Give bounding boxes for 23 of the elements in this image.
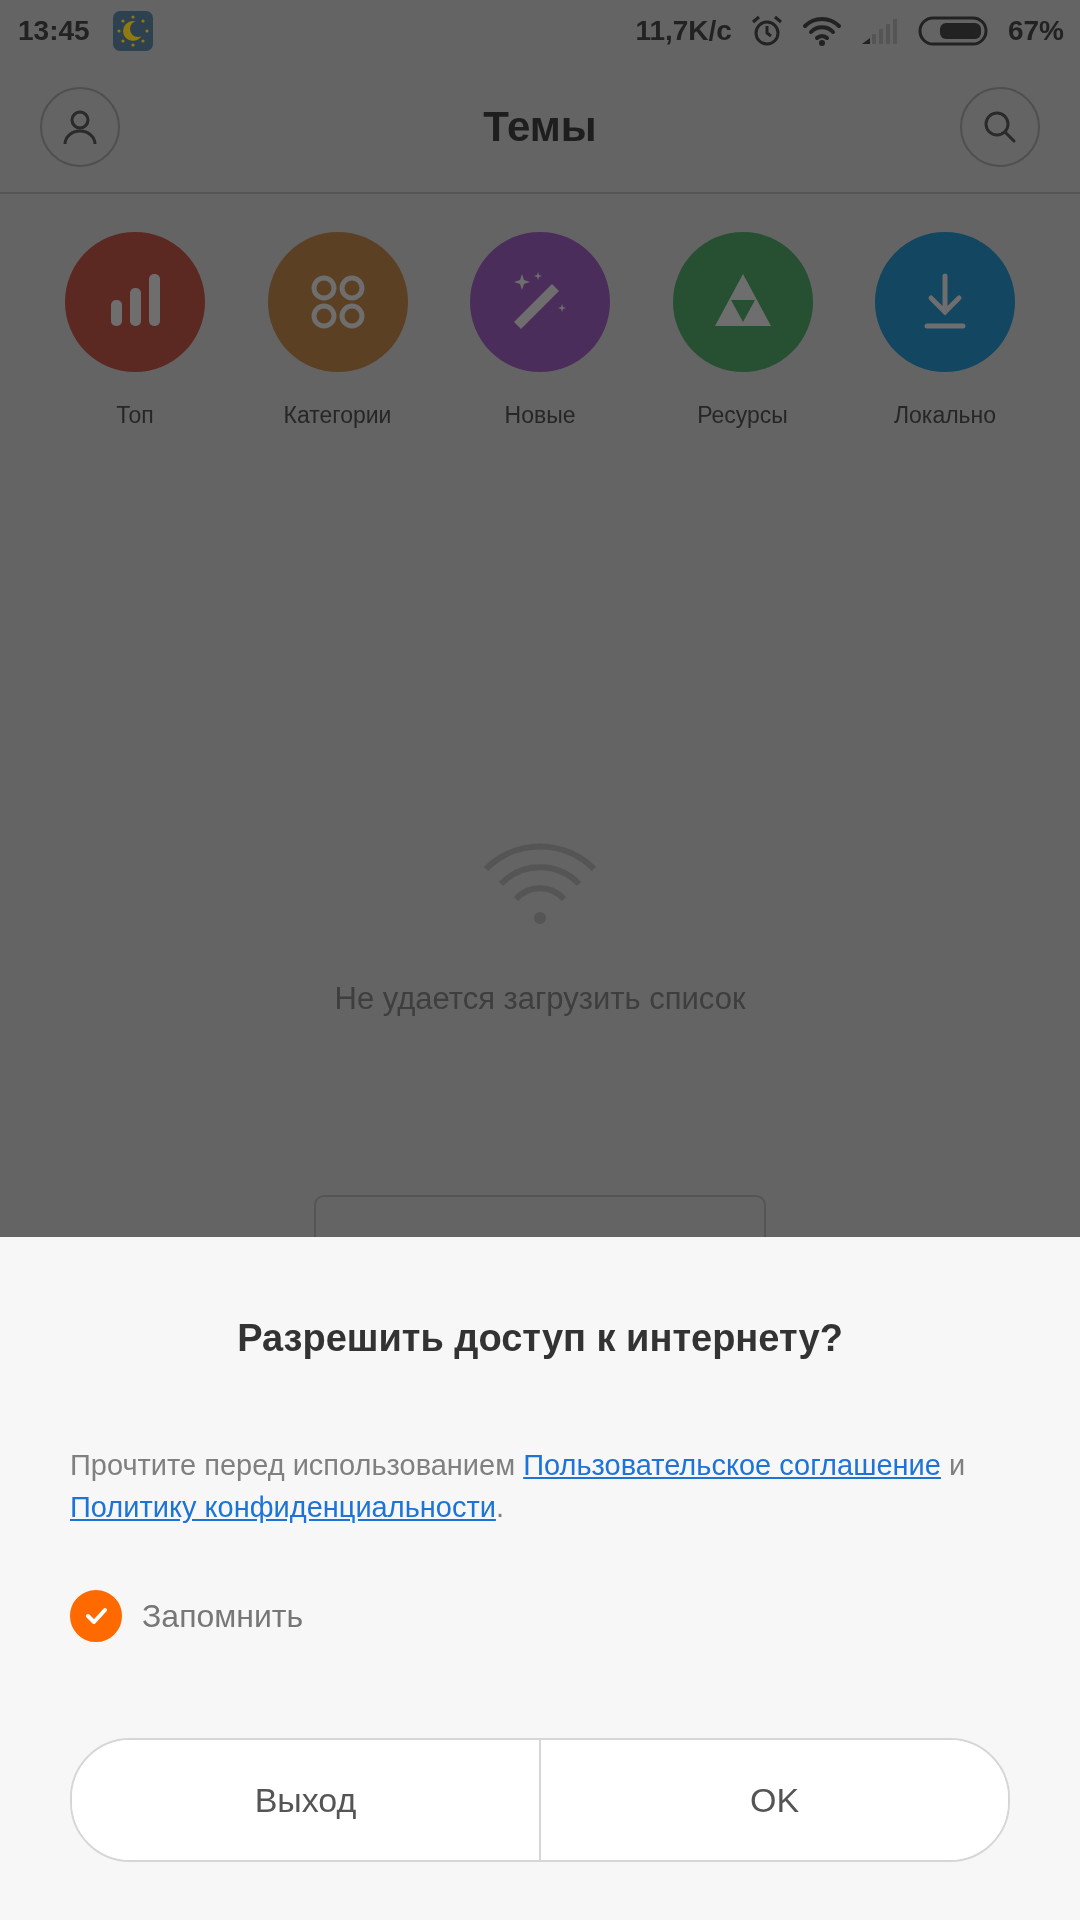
battery-icon [917, 15, 990, 47]
battery-percentage: 67% [1007, 15, 1064, 47]
moon-sun-app-icon [111, 10, 154, 52]
search-button[interactable] [960, 87, 1040, 167]
exit-button[interactable]: Выход [72, 1740, 539, 1860]
screen-title: Темы [483, 103, 597, 151]
alarm-clock-icon [749, 14, 784, 48]
category-label: Ресурсы [697, 402, 788, 429]
link[interactable]: Политику конфиденциальности [70, 1491, 496, 1523]
status-time: 13:45 [18, 15, 90, 47]
ok-button[interactable]: OK [539, 1740, 1008, 1860]
network-speed: 11,7K/с [635, 15, 732, 47]
dialog-title: Разрешить доступ к интернету? [236, 1317, 844, 1360]
category-label: Локально [893, 402, 997, 429]
category-label: Категории [283, 402, 392, 429]
link[interactable]: Пользовательское соглашение [523, 1449, 941, 1481]
account-button[interactable] [40, 87, 120, 167]
checkbox[interactable] [70, 1590, 122, 1642]
dialog-message: Прочтите перед использованием Пользовательское соглашение и Политику конфиденциальности. [70, 1448, 967, 1525]
wifi-icon [801, 15, 842, 47]
category-label: Новые [504, 402, 576, 429]
category-label: Топ [116, 402, 154, 429]
checkbox-label: Запомнить [142, 1597, 304, 1635]
